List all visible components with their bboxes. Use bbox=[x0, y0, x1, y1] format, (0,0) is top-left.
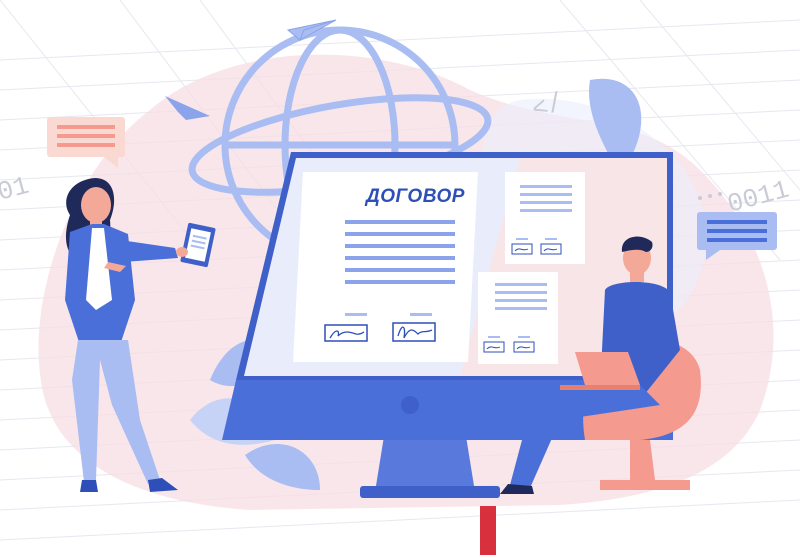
contract-document: ДОГОВОР bbox=[293, 172, 478, 362]
chat-bubble-icon bbox=[47, 117, 125, 168]
small-document bbox=[478, 272, 558, 364]
monitor-power-button bbox=[401, 396, 419, 414]
small-document bbox=[505, 172, 585, 264]
document-title: ДОГОВОР bbox=[364, 186, 465, 207]
illustration-canvas: </ 01 0011 ДОГОВОР bbox=[0, 0, 800, 555]
decorative-code-text: 01 bbox=[0, 171, 32, 208]
red-marker bbox=[480, 506, 496, 555]
